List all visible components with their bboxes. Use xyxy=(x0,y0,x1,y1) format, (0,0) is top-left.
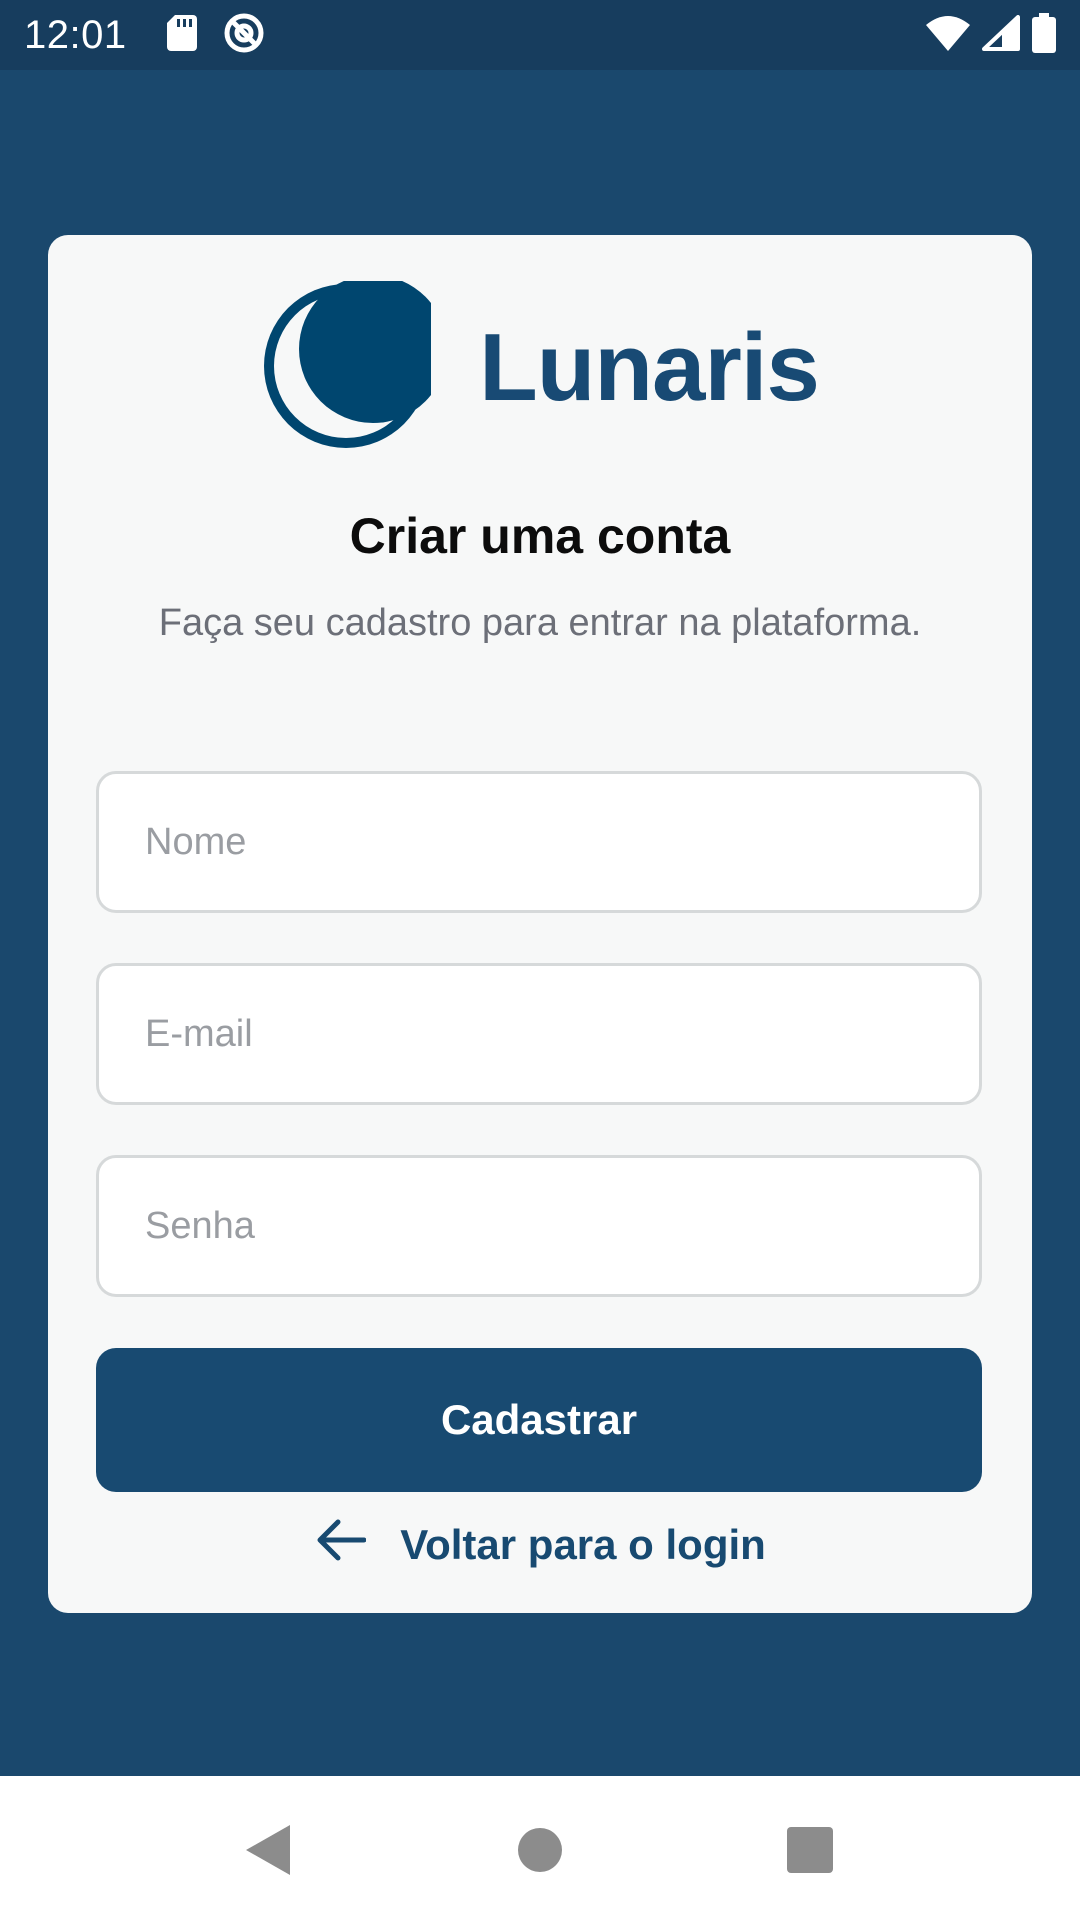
crescent-moon-icon xyxy=(261,274,448,456)
sd-card-icon xyxy=(166,14,197,56)
wifi-icon xyxy=(926,15,970,56)
battery-icon xyxy=(1032,12,1056,58)
name-input[interactable] xyxy=(96,771,982,913)
page-subtitle: Faça seu cadastro para entrar na platafo… xyxy=(158,602,922,644)
signup-button-label: Cadastrar xyxy=(440,1396,638,1443)
back-to-login-label: Voltar para o login xyxy=(400,1521,766,1568)
app-background: Lunaris Criar uma conta Faça seu cadastr… xyxy=(0,70,1080,1776)
password-input[interactable] xyxy=(96,1155,982,1297)
brand-name: Lunaris xyxy=(479,314,820,421)
email-input[interactable] xyxy=(96,963,982,1105)
back-to-login-link[interactable]: Voltar para o login xyxy=(48,1495,1032,1595)
back-icon[interactable] xyxy=(238,1820,298,1880)
at-sign-icon xyxy=(223,12,265,59)
status-bar: 12:01 xyxy=(0,0,1080,70)
home-icon[interactable] xyxy=(510,1820,570,1880)
arrow-left-icon xyxy=(314,1518,367,1572)
signup-card: Lunaris Criar uma conta Faça seu cadastr… xyxy=(48,235,1032,1613)
brand-header: Lunaris xyxy=(48,274,1032,456)
signal-icon xyxy=(982,14,1020,56)
recents-icon[interactable] xyxy=(780,1820,840,1880)
navigation-bar xyxy=(0,1776,1080,1920)
page-title: Criar uma conta xyxy=(349,508,731,564)
signup-button[interactable]: Cadastrar xyxy=(96,1348,982,1492)
status-time: 12:01 xyxy=(24,12,127,57)
